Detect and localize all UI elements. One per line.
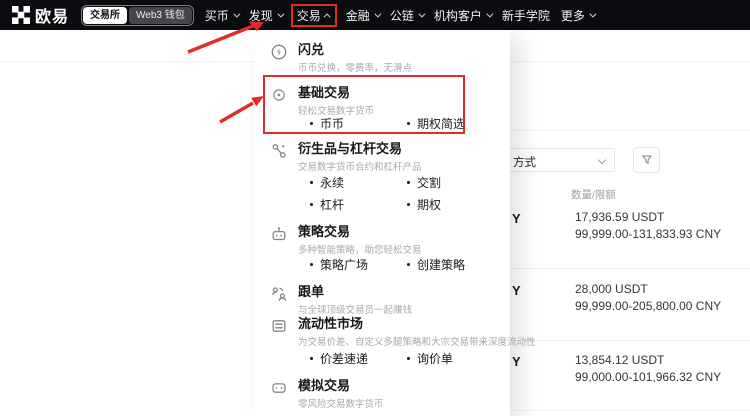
nav-item-academy[interactable]: 新手学院: [502, 7, 550, 24]
menu-item-demo-trading[interactable]: 模拟交易 零风险交易数字货币: [270, 378, 504, 410]
menu-item-title: 模拟交易: [298, 378, 384, 393]
demo-trade-icon: [270, 379, 288, 410]
bullet-icon: [310, 263, 313, 266]
top-navbar: 欧易 交易所 Web3 钱包 买币 发现 交易 金融 公链 机构客户 新手学院 …: [0, 0, 750, 30]
row-amount: 28,000 USDT: [575, 281, 648, 298]
nav-item-buy-crypto[interactable]: 买币: [205, 7, 238, 24]
exchange-toggle-button[interactable]: 交易所: [83, 7, 127, 24]
menu-item-title: 策略交易: [298, 224, 422, 239]
chevron-down-icon: [418, 10, 425, 17]
divider: [496, 130, 750, 131]
strategy-bot-icon: [270, 225, 288, 256]
main-nav: 买币 发现 交易 金融 公链 机构客户 新手学院 更多: [205, 7, 594, 24]
menu-link-perpetual[interactable]: 永续: [310, 174, 407, 191]
price-fragment: Y: [512, 354, 521, 369]
amount-limit-column-header: 数量/限额: [571, 187, 616, 202]
menu-item-basic-trading[interactable]: 基础交易 轻松交易数字货币: [270, 85, 504, 117]
menu-item-desc: 多种智能策略，助您轻松交易: [298, 242, 422, 256]
menu-item-liquidity-marketplace[interactable]: 流动性市场 为交易价差、自定义多腿策略和大宗交易带来深度流动性: [270, 316, 504, 348]
nav-item-trade[interactable]: 交易: [291, 4, 337, 27]
row-amount: 13,854.12 USDT: [575, 352, 664, 369]
nav-item-finance[interactable]: 金融: [346, 7, 379, 24]
row-amount: 17,936.59 USDT: [575, 209, 664, 226]
okx-logo[interactable]: 欧易: [12, 3, 69, 27]
bullet-icon: [407, 263, 410, 266]
chevron-down-icon: [486, 10, 493, 17]
menu-item-title: 衍生品与杠杆交易: [298, 141, 422, 156]
menu-links-row: 策略广场 创建策略: [310, 256, 465, 273]
menu-link-create-strategy[interactable]: 创建策略: [407, 256, 465, 273]
nav-item-chains[interactable]: 公链: [390, 7, 423, 24]
chevron-down-icon: [589, 10, 596, 17]
menu-link-futures[interactable]: 交割: [407, 174, 441, 191]
payment-method-value: 方式: [513, 154, 536, 170]
bullet-icon: [310, 357, 313, 360]
menu-item-desc: 与全球顶级交易员一起赚钱: [298, 302, 412, 316]
filter-button[interactable]: [633, 147, 660, 173]
menu-link-options[interactable]: 期权: [407, 196, 441, 213]
bullet-icon: [407, 181, 410, 184]
swap-lightning-icon: [270, 43, 288, 74]
bullet-icon: [310, 203, 313, 206]
price-fragment: Y: [512, 211, 521, 226]
menu-links-row: 价差速递 询价单: [310, 350, 453, 367]
menu-item-convert[interactable]: 闪兑 币币兑换，零费率，无滑点: [270, 42, 504, 74]
liquidity-icon: [270, 317, 288, 348]
menu-item-desc: 为交易价差、自定义多腿策略和大宗交易带来深度流动性: [298, 334, 536, 348]
nav-item-more[interactable]: 更多: [561, 7, 594, 24]
menu-link-spot[interactable]: 币币: [310, 115, 407, 132]
menu-link-easy-options[interactable]: 期权简选: [407, 115, 465, 132]
row-limit: 99,999.00-205,800.00 CNY: [575, 298, 721, 315]
nav-item-institutional[interactable]: 机构客户: [434, 7, 491, 24]
menu-links-row: 杠杆 期权: [310, 196, 441, 213]
menu-item-title: 闪兑: [298, 42, 412, 57]
chevron-up-icon: [323, 13, 330, 20]
bullet-icon: [310, 122, 313, 125]
trade-dropdown-menu: 闪兑 币币兑换，零费率，无滑点 基础交易 轻松交易数字货币 币币 期权简选: [255, 30, 510, 416]
menu-links-row: 币币 期权简选: [310, 115, 465, 132]
bullet-icon: [407, 122, 410, 125]
menu-link-margin[interactable]: 杠杆: [310, 196, 407, 213]
bullet-icon: [310, 181, 313, 184]
copy-trade-icon: [270, 285, 288, 316]
brand-name: 欧易: [35, 3, 69, 27]
bullet-icon: [407, 357, 410, 360]
price-fragment: Y: [512, 283, 521, 298]
bullet-icon: [407, 203, 410, 206]
funnel-icon: [640, 153, 654, 167]
divider: [496, 410, 750, 411]
nav-item-discover[interactable]: 发现: [249, 7, 282, 24]
basic-trade-icon: [270, 86, 288, 117]
menu-item-copy-trading[interactable]: 跟单 与全球顶级交易员一起赚钱: [270, 284, 504, 316]
menu-link-rfq[interactable]: 询价单: [407, 350, 453, 367]
chevron-down-icon: [233, 10, 240, 17]
menu-item-strategy-trading[interactable]: 策略交易 多种智能策略，助您轻松交易: [270, 224, 504, 256]
menu-item-derivatives[interactable]: 衍生品与杠杆交易 交易数字货币合约和杠杆产品: [270, 141, 504, 173]
menu-item-title: 跟单: [298, 284, 412, 299]
menu-item-title: 基础交易: [298, 85, 374, 100]
chevron-down-icon: [277, 10, 284, 17]
chevron-down-icon: [598, 156, 606, 164]
web3-wallet-toggle-button[interactable]: Web3 钱包: [129, 7, 192, 24]
divider: [496, 268, 750, 269]
menu-link-strategy-square[interactable]: 策略广场: [310, 256, 407, 273]
menu-item-title: 流动性市场: [298, 316, 536, 331]
menu-item-desc: 交易数字货币合约和杠杆产品: [298, 159, 422, 173]
row-limit: 99,999.00-131,833.93 CNY: [575, 226, 721, 243]
product-toggle: 交易所 Web3 钱包: [81, 5, 194, 26]
derivatives-icon: [270, 142, 288, 173]
okx-logo-icon: [12, 6, 30, 24]
chevron-down-icon: [374, 10, 381, 17]
menu-item-desc: 零风险交易数字货币: [298, 396, 384, 410]
row-limit: 99,000.00-101,966.32 CNY: [575, 369, 721, 386]
menu-link-spread-express[interactable]: 价差速递: [310, 350, 407, 367]
menu-links-row: 永续 交割: [310, 174, 441, 191]
menu-item-desc: 币币兑换，零费率，无滑点: [298, 60, 412, 74]
